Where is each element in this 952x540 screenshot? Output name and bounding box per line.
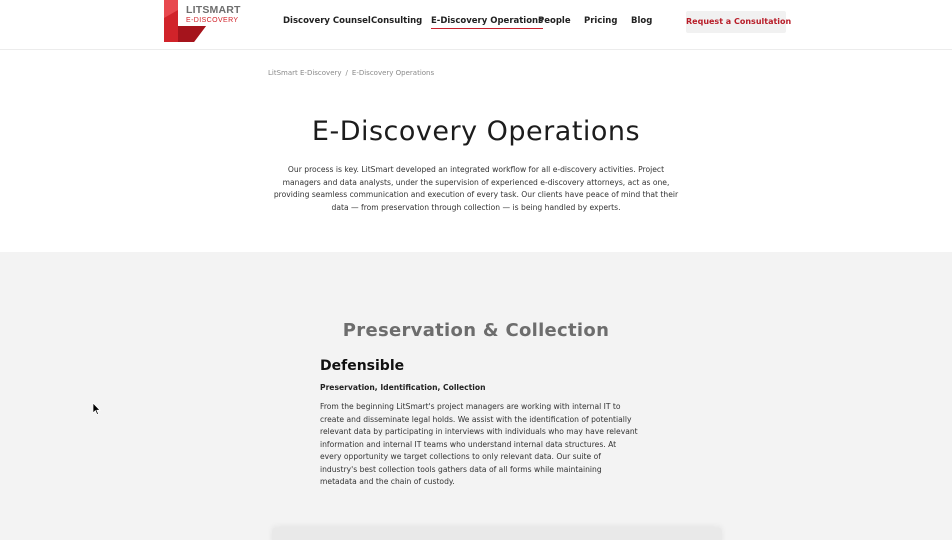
breadcrumb: LitSmart E-Discovery / E-Discovery Operati… xyxy=(268,69,434,77)
nav-item-consulting[interactable]: Consulting xyxy=(371,16,422,26)
nav-item-discovery-counsel[interactable]: Discovery Counsel xyxy=(283,16,371,26)
request-consultation-button[interactable]: Request a Consultation xyxy=(686,11,791,33)
section-heading: Preservation & Collection xyxy=(342,320,610,341)
nav-item-pricing[interactable]: Pricing xyxy=(584,16,617,26)
breadcrumb-root-link[interactable]: LitSmart E-Discovery xyxy=(268,69,342,77)
next-card-edge xyxy=(272,528,722,540)
logo-brand-line2: E-DISCOVERY xyxy=(186,16,239,24)
nav-item-people[interactable]: People xyxy=(538,16,571,26)
logo-wordmark: LITSMART E-DISCOVERY xyxy=(186,5,241,24)
logo-brand-line1: LITSMART xyxy=(186,4,241,16)
breadcrumb-separator: / xyxy=(345,69,348,77)
section-body: From the beginning LitSmart's project ma… xyxy=(320,402,638,486)
site-logo[interactable]: LITSMART E-DISCOVERY xyxy=(164,0,240,44)
section-subheading: Defensible xyxy=(320,358,405,374)
breadcrumb-current: E-Discovery Operations xyxy=(351,69,435,77)
nav-item-blog[interactable]: Blog xyxy=(631,16,652,26)
site-header: LITSMART E-DISCOVERY Discovery Counsel C… xyxy=(0,0,952,50)
page-title: E-Discovery Operations xyxy=(311,116,641,147)
nav-item-e-discovery-operations[interactable]: E-Discovery Operations xyxy=(431,16,544,29)
intro-paragraph: Our process is key. LitSmart developed a… xyxy=(273,165,679,212)
section-tagline: Preservation, Identification, Collection xyxy=(320,383,486,392)
mouse-cursor-icon xyxy=(93,403,101,415)
preservation-section xyxy=(0,252,952,540)
